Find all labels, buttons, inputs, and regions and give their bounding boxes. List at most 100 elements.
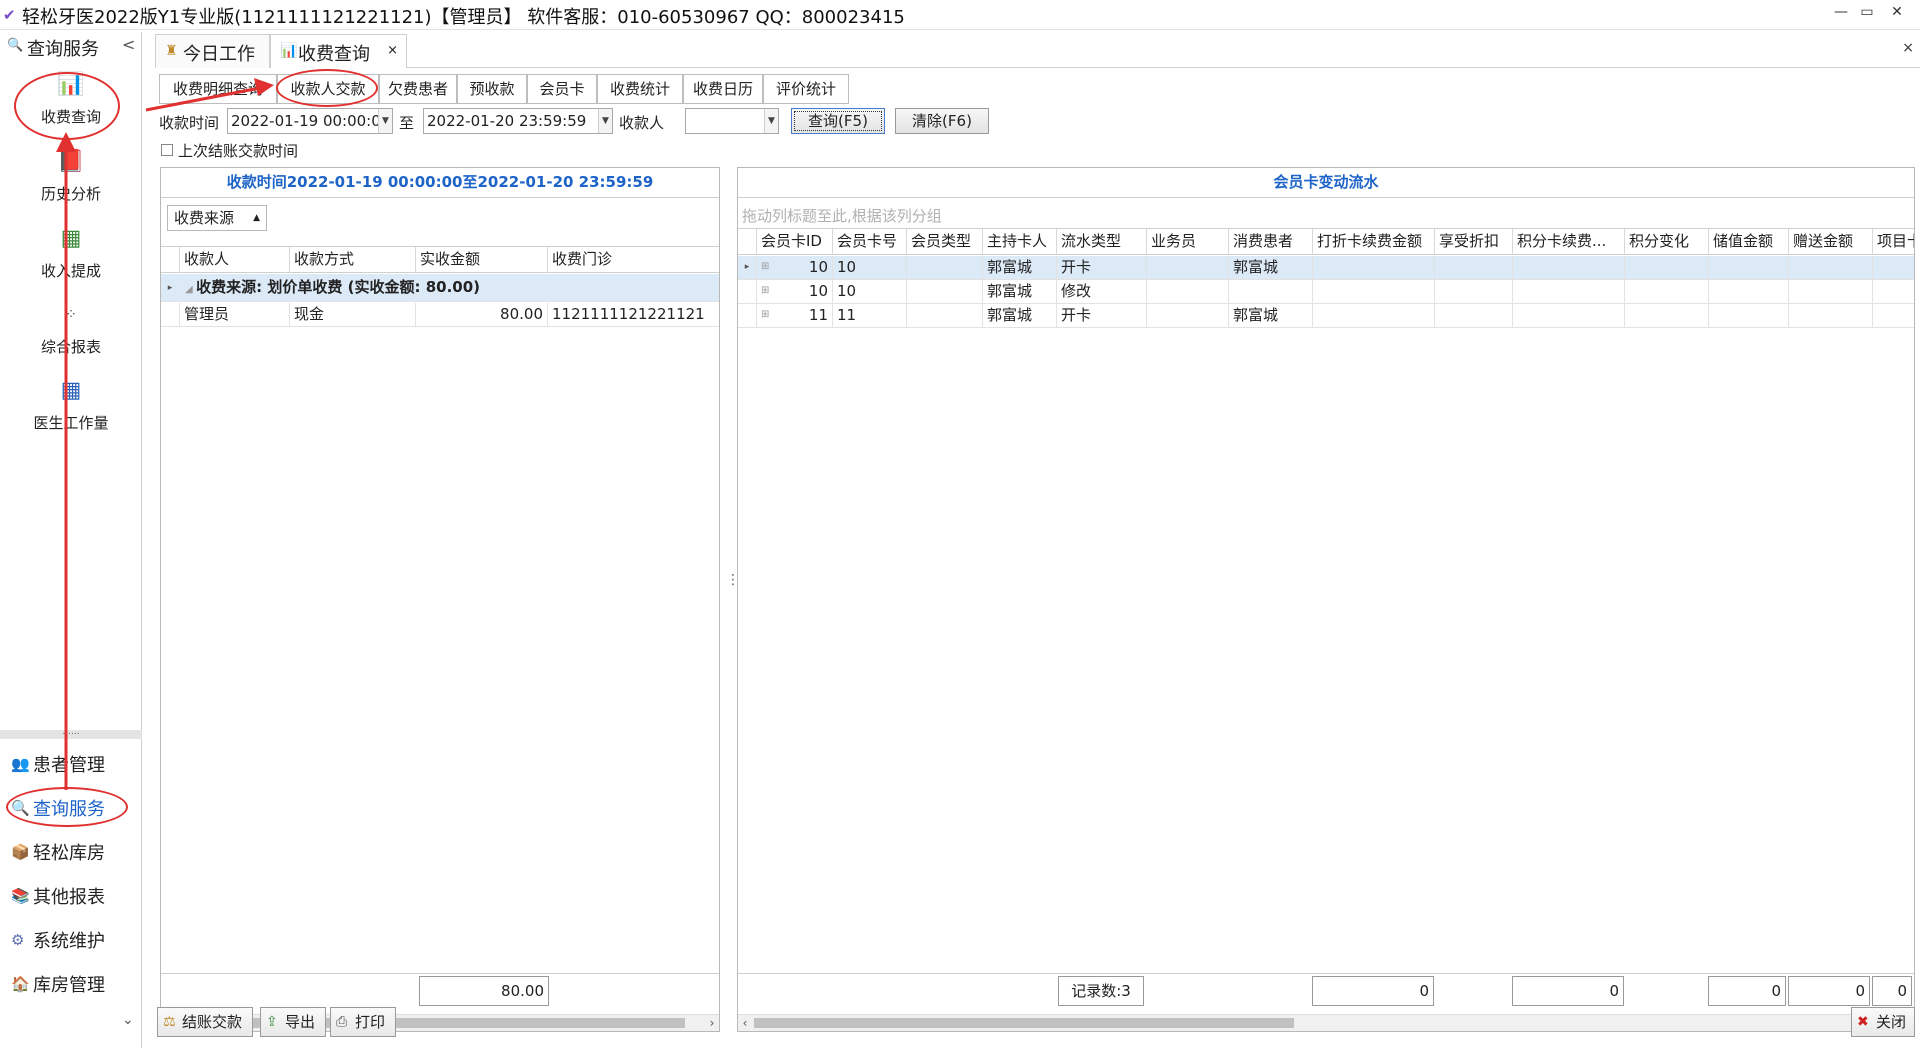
expand-row-icon[interactable]: ⊞ <box>761 256 769 278</box>
table-row[interactable]: ⊞ 11 11 郭富城 开卡 郭富城 <box>738 304 1914 328</box>
col-header-flow-type[interactable]: 流水类型 <box>1056 229 1146 255</box>
col-header-project-card[interactable]: 项目卡 <box>1872 229 1914 255</box>
cell-empty <box>1624 256 1708 279</box>
subtab-payee-settle[interactable]: 收款人交款 <box>277 74 379 104</box>
chart-icon: 📊 <box>280 43 298 59</box>
col-header-patient[interactable]: 消费患者 <box>1228 229 1312 255</box>
cell-card-no: 11 <box>832 304 906 327</box>
col-header-card-no[interactable]: 会员卡号 <box>832 229 906 255</box>
restore-button[interactable]: ▭ <box>1855 4 1879 20</box>
col-header-clinic[interactable]: 收费门诊 <box>547 247 719 273</box>
window-title: 轻松牙医2022版Y1专业版(1121111121221121)【管理员】 软件… <box>22 7 905 28</box>
nav-big-item-fee-query[interactable]: 📊 收费查询 <box>0 70 142 146</box>
stored-total: 0 <box>1708 976 1786 1006</box>
export-button[interactable]: ⇪ 导出 <box>260 1007 326 1037</box>
row-indicator-icon: ▸ <box>744 262 750 272</box>
cell-card-no: 10 <box>832 256 906 279</box>
nav-item-system[interactable]: ⚙ 系统维护 <box>0 922 142 956</box>
col-header-gift[interactable]: 赠送金额 <box>1788 229 1872 255</box>
chevron-down-icon[interactable]: ▼ <box>598 109 612 133</box>
search-icon: 🔍 <box>11 799 30 817</box>
tab-today-work[interactable]: ♜ 今日工作 <box>155 34 270 68</box>
col-header-discount-renew[interactable]: 打折卡续费金额 <box>1312 229 1434 255</box>
col-header-method[interactable]: 收款方式 <box>289 247 415 273</box>
subtab-rating-stats[interactable]: 评价统计 <box>763 74 849 104</box>
subtab-prepayment[interactable]: 预收款 <box>457 74 527 104</box>
col-header-points-renew[interactable]: 积分卡续费... <box>1512 229 1624 255</box>
close-all-tabs-icon[interactable]: × <box>1902 40 1914 56</box>
nav-big-item-history[interactable]: 📕 历史分析 <box>0 147 142 223</box>
col-header-points-change[interactable]: 积分变化 <box>1624 229 1708 255</box>
collapse-group-icon[interactable]: ◢ <box>185 284 196 295</box>
nav-item-easy-storage[interactable]: 📦 轻松库房 <box>0 834 142 868</box>
nav-more-icon[interactable]: ⌄ <box>122 1012 134 1028</box>
chevron-down-icon[interactable]: ▼ <box>764 109 778 133</box>
minimize-button[interactable]: — <box>1829 4 1853 20</box>
nav-big-item-income[interactable]: ▦ 收入提成 <box>0 224 142 300</box>
close-button[interactable]: ✖ 关闭 <box>1851 1007 1915 1037</box>
member-card-grid-header: 会员卡ID 会员卡号 会员类型 主持卡人 流水类型 业务员 消费患者 打折卡续费… <box>738 228 1914 255</box>
col-header-discount[interactable]: 享受折扣 <box>1434 229 1512 255</box>
last-settle-checkbox[interactable] <box>161 144 173 156</box>
nav-splitter[interactable]: ...... <box>0 728 142 739</box>
filter-row: 收款时间 2022-01-19 00:00:00 ▼ 至 2022-01-20 … <box>159 106 1359 136</box>
chevron-down-icon[interactable]: ▼ <box>378 109 392 133</box>
group-chip-label: 收费来源 <box>174 209 235 227</box>
group-by-fee-source-chip[interactable]: 收费来源 ▲ <box>167 205 267 231</box>
subtab-fee-stats[interactable]: 收费统计 <box>597 74 683 104</box>
cell-empty <box>1312 256 1434 279</box>
subtab-arrears[interactable]: 欠费患者 <box>379 74 457 104</box>
cell-empty <box>1434 256 1512 279</box>
cell-empty <box>1434 280 1512 303</box>
payee-select[interactable]: ▼ <box>685 108 779 134</box>
col-header-holder[interactable]: 主持卡人 <box>982 229 1056 255</box>
print-button[interactable]: ⎙ 打印 <box>330 1007 396 1037</box>
cell-empty <box>1434 304 1512 327</box>
group-row[interactable]: ▸ ◢ 收费来源: 划价单收费 (实收金额: 80.00) <box>161 274 719 302</box>
table-row[interactable]: ▸ ⊞ 10 10 郭富城 开卡 郭富城 <box>738 256 1914 280</box>
nav-item-label: 其他报表 <box>33 887 105 908</box>
col-header-stored[interactable]: 储值金额 <box>1708 229 1788 255</box>
subtab-fee-calendar[interactable]: 收费日历 <box>683 74 763 104</box>
nav-item-other-reports[interactable]: 📚 其他报表 <box>0 878 142 912</box>
tab-fee-query[interactable]: 📊 收费查询 × <box>270 34 407 68</box>
title-bar: ✔ 轻松牙医2022版Y1专业版(1121111121221121)【管理员】 … <box>0 0 1920 30</box>
nav-big-item-label: 综合报表 <box>40 338 101 356</box>
subtab-member-card[interactable]: 会员卡 <box>527 74 597 104</box>
collapse-nav-button[interactable]: < <box>122 35 135 54</box>
cell-card-id: ⊞ 10 <box>756 256 832 279</box>
clear-button[interactable]: 清除(F6) <box>895 108 989 134</box>
nav-item-query-service[interactable]: 🔍 查询服务 <box>0 790 142 824</box>
col-header-payee[interactable]: 收款人 <box>179 247 289 273</box>
col-header-amount[interactable]: 实收金额 <box>415 247 547 273</box>
points-renew-total: 0 <box>1512 976 1624 1006</box>
window-close-button[interactable]: ✕ <box>1885 4 1909 20</box>
group-drag-hint[interactable]: 拖动列标题至此,根据该列分组 <box>742 205 942 226</box>
cell-method: 现金 <box>289 303 415 326</box>
cell-flow-type: 开卡 <box>1056 304 1146 327</box>
expand-row-icon[interactable]: ⊞ <box>761 304 769 326</box>
nav-item-warehouse[interactable]: 🏠 库房管理 <box>0 966 142 1000</box>
cell-holder: 郭富城 <box>982 304 1056 327</box>
col-header-member-type[interactable]: 会员类型 <box>906 229 982 255</box>
subtab-fee-detail[interactable]: 收费明细查询 <box>159 74 277 104</box>
nav-big-item-report[interactable]: ⁘ 综合报表 <box>0 300 142 376</box>
table-row[interactable]: 管理员 现金 80.00 1121111121221121 <box>161 303 719 327</box>
member-card-panel-title: 会员卡变动流水 <box>738 168 1914 198</box>
print-icon: ⎙ <box>336 1014 348 1030</box>
col-header-card-id[interactable]: 会员卡ID <box>756 229 832 255</box>
col-header-staff[interactable]: 业务员 <box>1146 229 1228 255</box>
nav-big-item-doctor-workload[interactable]: ▦ 医生工作量 <box>0 376 142 452</box>
last-settle-label: 上次结账交款时间 <box>178 142 299 160</box>
end-time-field[interactable]: 2022-01-20 23:59:59 ▼ <box>423 108 613 134</box>
expand-row-icon[interactable]: ⊞ <box>761 280 769 302</box>
table-row[interactable]: ⊞ 10 10 郭富城 修改 <box>738 280 1914 304</box>
tab-close-icon[interactable]: × <box>387 43 398 58</box>
discount-renew-total: 0 <box>1312 976 1434 1006</box>
query-button[interactable]: 查询(F5) <box>791 108 885 134</box>
nav-item-patients[interactable]: 👥 患者管理 <box>0 746 142 780</box>
start-time-field[interactable]: 2022-01-19 00:00:00 ▼ <box>227 108 393 134</box>
search-chart-icon: 📊 <box>57 72 85 97</box>
settle-button[interactable]: ⚖ 结账交款 <box>157 1007 253 1037</box>
cell-patient: 郭富城 <box>1228 304 1312 327</box>
